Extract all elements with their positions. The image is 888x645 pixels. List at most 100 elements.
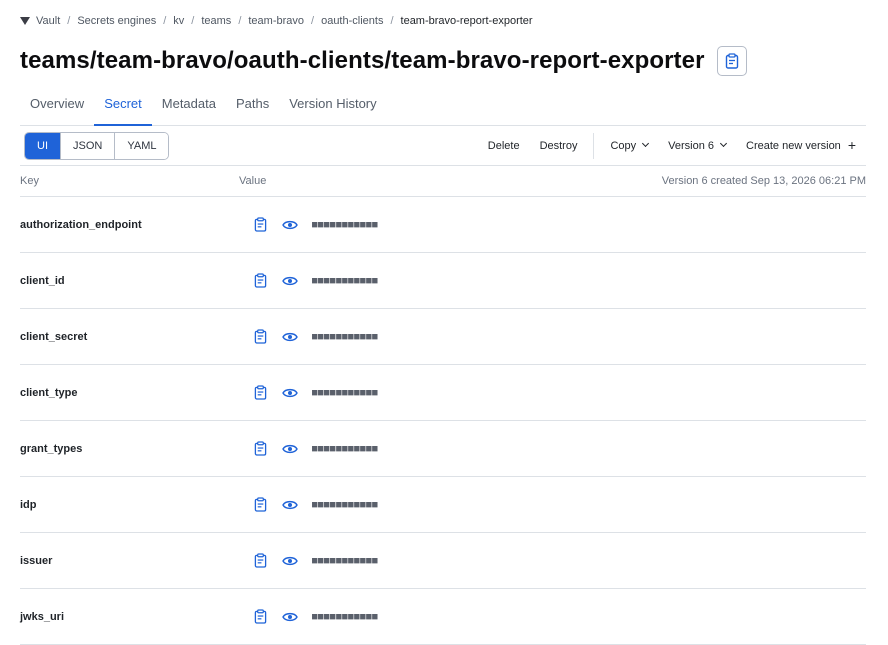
masked-value: ■■■■■■■■■■■ bbox=[312, 611, 379, 622]
masked-value: ■■■■■■■■■■■ bbox=[312, 443, 379, 454]
reveal-value-button[interactable] bbox=[282, 609, 298, 625]
secret-key: issuer bbox=[20, 554, 53, 567]
reveal-value-button[interactable] bbox=[282, 217, 298, 233]
eye-icon bbox=[282, 220, 298, 229]
clipboard-icon bbox=[254, 385, 266, 400]
copy-value-button[interactable] bbox=[252, 217, 268, 233]
table-row: client_id ■■■■■■■■■■■ bbox=[20, 253, 866, 309]
clipboard-icon bbox=[254, 217, 266, 232]
copy-value-button[interactable] bbox=[252, 441, 268, 457]
breadcrumb: Vault / Secrets engines / kv / teams / t… bbox=[20, 13, 533, 29]
eye-icon bbox=[282, 332, 298, 341]
delete-button[interactable]: Delete bbox=[478, 140, 530, 152]
tab-metadata[interactable]: Metadata bbox=[152, 90, 226, 125]
clipboard-icon bbox=[254, 609, 266, 624]
eye-icon bbox=[282, 388, 298, 397]
copy-value-button[interactable] bbox=[252, 385, 268, 401]
view-mode-ui-button[interactable]: UI bbox=[25, 132, 61, 159]
masked-value: ■■■■■■■■■■■ bbox=[312, 275, 379, 286]
clipboard-icon bbox=[254, 273, 266, 288]
copy-dropdown-label: Copy bbox=[610, 139, 637, 152]
breadcrumb-item-team-bravo[interactable]: team-bravo bbox=[248, 15, 304, 27]
masked-value: ■■■■■■■■■■■ bbox=[312, 555, 379, 566]
clipboard-icon bbox=[254, 441, 266, 456]
breadcrumb-separator: / bbox=[67, 15, 71, 27]
copy-path-button[interactable] bbox=[716, 46, 747, 76]
copy-value-button[interactable] bbox=[252, 273, 268, 289]
copy-value-button[interactable] bbox=[252, 609, 268, 625]
eye-icon bbox=[282, 276, 298, 285]
tab-version-history[interactable]: Version History bbox=[279, 90, 386, 125]
breadcrumb-item-oauth-clients[interactable]: oauth-clients bbox=[321, 15, 383, 27]
secret-key: client_id bbox=[20, 274, 65, 287]
reveal-value-button[interactable] bbox=[282, 497, 298, 513]
view-mode-yaml-button[interactable]: YAML bbox=[115, 132, 169, 159]
masked-value: ■■■■■■■■■■■ bbox=[312, 331, 379, 342]
secret-key: authorization_endpoint bbox=[20, 218, 142, 231]
tab-paths[interactable]: Paths bbox=[226, 90, 279, 125]
reveal-value-button[interactable] bbox=[282, 385, 298, 401]
breadcrumb-separator: / bbox=[163, 15, 167, 27]
eye-icon bbox=[282, 556, 298, 565]
toolbar-divider bbox=[593, 132, 595, 159]
page-header: teams/team-bravo/oauth-clients/team-brav… bbox=[20, 46, 747, 76]
copy-value-button[interactable] bbox=[252, 329, 268, 345]
tab-overview[interactable]: Overview bbox=[20, 90, 94, 125]
column-header-value: Value bbox=[239, 175, 267, 187]
breadcrumb-item-secrets-engines[interactable]: Secrets engines bbox=[77, 15, 156, 27]
masked-value: ■■■■■■■■■■■ bbox=[312, 499, 379, 510]
chevron-down-icon bbox=[719, 139, 728, 148]
view-mode-json-button[interactable]: JSON bbox=[61, 132, 116, 159]
secret-toolbar: UI JSON YAML Delete Destroy Copy Version… bbox=[20, 126, 866, 166]
chevron-down-icon bbox=[642, 139, 650, 148]
clipboard-icon bbox=[725, 53, 738, 69]
table-row: authorization_endpoint ■■■■■■■■■■■ bbox=[20, 197, 866, 253]
reveal-value-button[interactable] bbox=[282, 273, 298, 289]
plus-icon: + bbox=[847, 137, 856, 153]
breadcrumb-separator: / bbox=[238, 15, 242, 27]
table-row: jwks_uri ■■■■■■■■■■■ bbox=[20, 589, 866, 645]
masked-value: ■■■■■■■■■■■ bbox=[312, 219, 379, 230]
table-header: Key Value Version 6 created Sep 13, 2026… bbox=[20, 166, 866, 197]
breadcrumb-separator: / bbox=[191, 15, 195, 27]
eye-icon bbox=[282, 500, 298, 509]
vault-logo-icon[interactable] bbox=[20, 17, 30, 25]
secret-key: client_secret bbox=[20, 330, 88, 343]
version-dropdown-label: Version 6 bbox=[668, 139, 715, 152]
version-created-info: Version 6 created Sep 13, 2026 06:21 PM bbox=[661, 175, 866, 187]
create-new-version-button[interactable]: Create new version + bbox=[736, 137, 866, 153]
reveal-value-button[interactable] bbox=[282, 329, 298, 345]
breadcrumb-separator: / bbox=[311, 15, 315, 27]
breadcrumb-current: team-bravo-report-exporter bbox=[400, 15, 533, 27]
table-row: issuer ■■■■■■■■■■■ bbox=[20, 533, 866, 589]
table-row: client_type ■■■■■■■■■■■ bbox=[20, 365, 866, 421]
version-dropdown-button[interactable]: Version 6 bbox=[658, 140, 736, 152]
copy-dropdown-button[interactable]: Copy bbox=[600, 140, 658, 152]
eye-icon bbox=[282, 612, 298, 621]
tab-secret[interactable]: Secret bbox=[94, 90, 152, 126]
breadcrumb-item-vault[interactable]: Vault bbox=[36, 15, 60, 27]
clipboard-icon bbox=[254, 553, 266, 568]
eye-icon bbox=[282, 444, 298, 453]
breadcrumb-item-kv[interactable]: kv bbox=[173, 15, 184, 27]
reveal-value-button[interactable] bbox=[282, 441, 298, 457]
reveal-value-button[interactable] bbox=[282, 553, 298, 569]
table-row: grant_types ■■■■■■■■■■■ bbox=[20, 421, 866, 477]
destroy-button[interactable]: Destroy bbox=[530, 140, 588, 152]
secret-key: jwks_uri bbox=[20, 610, 65, 623]
clipboard-icon bbox=[254, 329, 266, 344]
secret-key: grant_types bbox=[20, 442, 83, 455]
copy-value-button[interactable] bbox=[252, 497, 268, 513]
table-row: client_secret ■■■■■■■■■■■ bbox=[20, 309, 866, 365]
breadcrumb-item-teams[interactable]: teams bbox=[201, 15, 231, 27]
secret-key: idp bbox=[20, 498, 37, 511]
column-header-key: Key bbox=[20, 175, 39, 187]
copy-value-button[interactable] bbox=[252, 553, 268, 569]
view-mode-toggle: UI JSON YAML bbox=[24, 131, 170, 160]
toolbar-actions: Delete Destroy Copy Version 6 Create new… bbox=[478, 126, 866, 165]
secret-tabs: Overview Secret Metadata Paths Version H… bbox=[20, 90, 866, 126]
clipboard-icon bbox=[254, 497, 266, 512]
masked-value: ■■■■■■■■■■■ bbox=[312, 387, 379, 398]
breadcrumb-separator: / bbox=[390, 15, 394, 27]
table-row: idp ■■■■■■■■■■■ bbox=[20, 477, 866, 533]
